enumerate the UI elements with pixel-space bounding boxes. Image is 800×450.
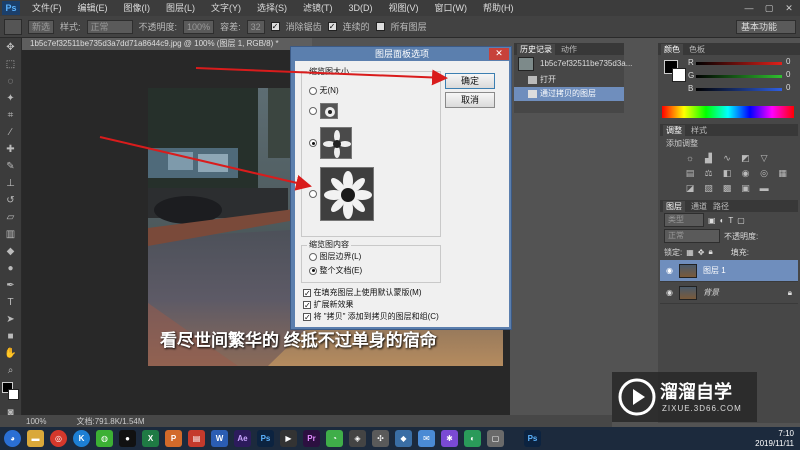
- wps-icon[interactable]: ▤: [188, 430, 205, 447]
- app-icon[interactable]: ◐: [464, 430, 481, 447]
- app-icon[interactable]: ◈: [349, 430, 366, 447]
- media-player-icon[interactable]: ▶: [280, 430, 297, 447]
- folder-icon[interactable]: ▬: [27, 430, 44, 447]
- arrow-to-ok-button: [195, 67, 448, 86]
- qq-icon[interactable]: ●: [119, 430, 136, 447]
- watermark-url: ZIXUE.3D66.COM: [662, 404, 742, 413]
- app-icon[interactable]: ✣: [372, 430, 389, 447]
- after-effects-icon[interactable]: Ae: [234, 430, 251, 447]
- app-icon[interactable]: ◆: [395, 430, 412, 447]
- taskbar: ◕ ▬ ◎ K ◍ ● X P ▤ W Ae Ps ▶ Pr ◔ ◈ ✣ ◆ ✉…: [0, 427, 800, 450]
- start-icon[interactable]: ◕: [4, 430, 21, 447]
- clock-time: 7:10: [778, 429, 794, 438]
- watermark: 溜溜自学 ZIXUE.3D66.COM: [612, 372, 757, 422]
- photoshop-icon[interactable]: Ps: [257, 430, 274, 447]
- excel-icon[interactable]: X: [142, 430, 159, 447]
- photoshop-taskbar-icon[interactable]: Ps: [524, 430, 541, 447]
- app-icon[interactable]: ✱: [441, 430, 458, 447]
- chrome-icon[interactable]: ◔: [326, 430, 343, 447]
- word-icon[interactable]: W: [211, 430, 228, 447]
- arrow-to-large-thumbnail: [99, 136, 312, 191]
- app-icon[interactable]: ▢: [487, 430, 504, 447]
- play-logo-icon: [618, 378, 656, 416]
- watermark-brand: 溜溜自学: [660, 382, 732, 402]
- netease-music-icon[interactable]: ◎: [50, 430, 67, 447]
- wechat-icon[interactable]: ◍: [96, 430, 113, 447]
- app-icon[interactable]: ✉: [418, 430, 435, 447]
- premiere-icon[interactable]: Pr: [303, 430, 320, 447]
- system-clock[interactable]: 7:10 2019/11/11: [755, 429, 794, 449]
- kugou-icon[interactable]: K: [73, 430, 90, 447]
- clock-date: 2019/11/11: [755, 439, 794, 448]
- powerpoint-icon[interactable]: P: [165, 430, 182, 447]
